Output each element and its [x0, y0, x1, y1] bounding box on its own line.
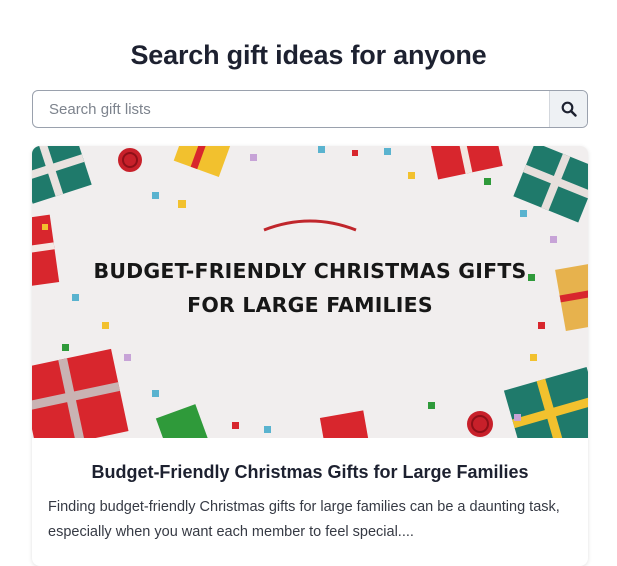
page-title: Search gift ideas for anyone	[130, 40, 487, 71]
card-description: Finding budget-friendly Christmas gifts …	[48, 499, 560, 540]
card-image[interactable]: BUDGET-FRIENDLY CHRISTMAS GIFTS FOR LARG…	[32, 146, 588, 438]
christmas-gifts-illustration	[32, 146, 588, 438]
search-bar	[32, 90, 588, 128]
search-input[interactable]	[33, 91, 549, 127]
search-icon	[561, 101, 577, 117]
gift-list-card[interactable]: BUDGET-FRIENDLY CHRISTMAS GIFTS FOR LARG…	[32, 146, 588, 566]
search-button[interactable]	[549, 91, 587, 127]
banner-heading-line1: BUDGET-FRIENDLY CHRISTMAS GIFTS	[93, 259, 527, 283]
banner-heading-line2: FOR LARGE FAMILIES	[187, 293, 433, 317]
card-title[interactable]: Budget-Friendly Christmas Gifts for Larg…	[32, 462, 588, 483]
